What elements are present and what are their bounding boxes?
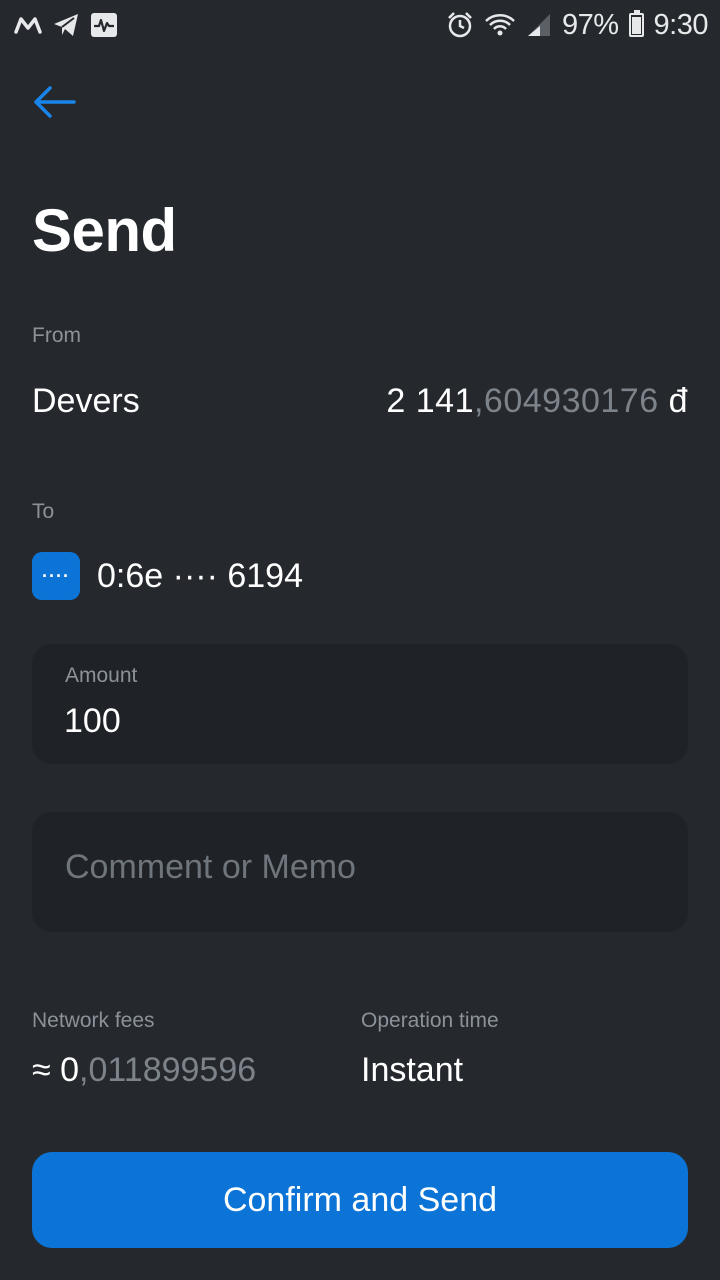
send-screen: 97% 9:30 Send From Devers 2 141,60493017… bbox=[0, 0, 720, 1280]
battery-icon bbox=[628, 10, 644, 37]
activity-icon bbox=[90, 12, 118, 38]
operation-time-label: Operation time bbox=[361, 1009, 499, 1032]
status-time: 9:30 bbox=[653, 8, 709, 41]
network-fees-value: ≈ 0,011899596 bbox=[32, 1048, 256, 1092]
status-bar: 97% 9:30 bbox=[0, 0, 720, 50]
alarm-icon bbox=[446, 11, 474, 39]
wifi-icon bbox=[484, 12, 516, 38]
recipient-address: 0:6e ···· 6194 bbox=[97, 557, 303, 595]
to-label: To bbox=[32, 500, 55, 523]
page-title: Send bbox=[32, 197, 177, 264]
gmail-icon bbox=[14, 15, 42, 35]
network-fees-label: Network fees bbox=[32, 1009, 155, 1032]
back-button[interactable] bbox=[32, 82, 80, 126]
status-bar-right: 97% 9:30 bbox=[446, 8, 709, 42]
currency-symbol: đ bbox=[668, 382, 688, 420]
from-account-name: Devers bbox=[32, 382, 140, 420]
signal-icon bbox=[526, 12, 552, 38]
amount-value[interactable]: 100 bbox=[64, 702, 121, 741]
memo-placeholder: Comment or Memo bbox=[65, 848, 356, 886]
battery-percent: 97% bbox=[562, 8, 619, 41]
balance-fraction: ,604930176 bbox=[473, 382, 659, 420]
balance-integer: 2 141 bbox=[386, 382, 474, 420]
confirm-and-send-button[interactable]: Confirm and Send bbox=[32, 1152, 688, 1248]
fee-fraction: ,011899596 bbox=[79, 1051, 257, 1089]
recipient-avatar: ···· bbox=[32, 552, 80, 600]
from-balance: 2 141,604930176 đ bbox=[386, 380, 688, 422]
status-bar-left bbox=[14, 12, 118, 38]
approx-symbol: ≈ bbox=[32, 1051, 51, 1089]
telegram-icon bbox=[52, 12, 80, 38]
amount-field[interactable]: Amount 100 bbox=[32, 644, 688, 764]
fee-integer: 0 bbox=[60, 1051, 80, 1089]
amount-label: Amount bbox=[65, 664, 138, 687]
recipient-row[interactable]: ···· 0:6e ···· 6194 bbox=[32, 552, 303, 600]
from-label: From bbox=[32, 324, 81, 347]
operation-time-value: Instant bbox=[361, 1051, 464, 1089]
memo-field[interactable]: Comment or Memo bbox=[32, 812, 688, 932]
arrow-left-icon bbox=[32, 84, 76, 125]
